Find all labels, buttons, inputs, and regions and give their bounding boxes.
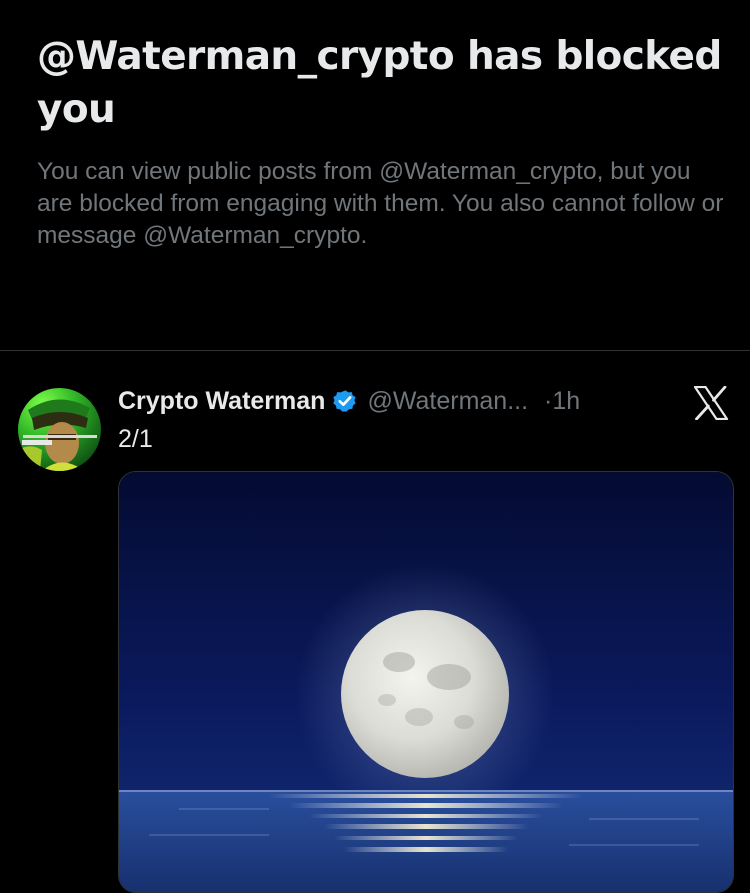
time-value: 1h bbox=[552, 386, 581, 415]
blocked-title: @Waterman_crypto has blocked you bbox=[37, 34, 722, 132]
blocked-notice: @Waterman_crypto has blocked you You can… bbox=[37, 30, 727, 252]
avatar[interactable] bbox=[18, 388, 101, 471]
verified-badge-icon bbox=[332, 388, 358, 414]
section-divider bbox=[0, 350, 750, 351]
post-time[interactable]: ·1h bbox=[544, 387, 580, 416]
post-header: Crypto Waterman @Waterman... ·1h bbox=[118, 382, 580, 420]
x-logo-icon bbox=[693, 386, 729, 420]
author-name[interactable]: Crypto Waterman bbox=[118, 387, 325, 416]
avatar-image bbox=[18, 388, 101, 471]
author-handle[interactable]: @Waterman... bbox=[367, 387, 528, 416]
blocked-description: You can view public posts from @Waterman… bbox=[37, 158, 724, 249]
post-media-image[interactable] bbox=[118, 471, 734, 893]
post-text: 2/1 bbox=[118, 425, 153, 453]
